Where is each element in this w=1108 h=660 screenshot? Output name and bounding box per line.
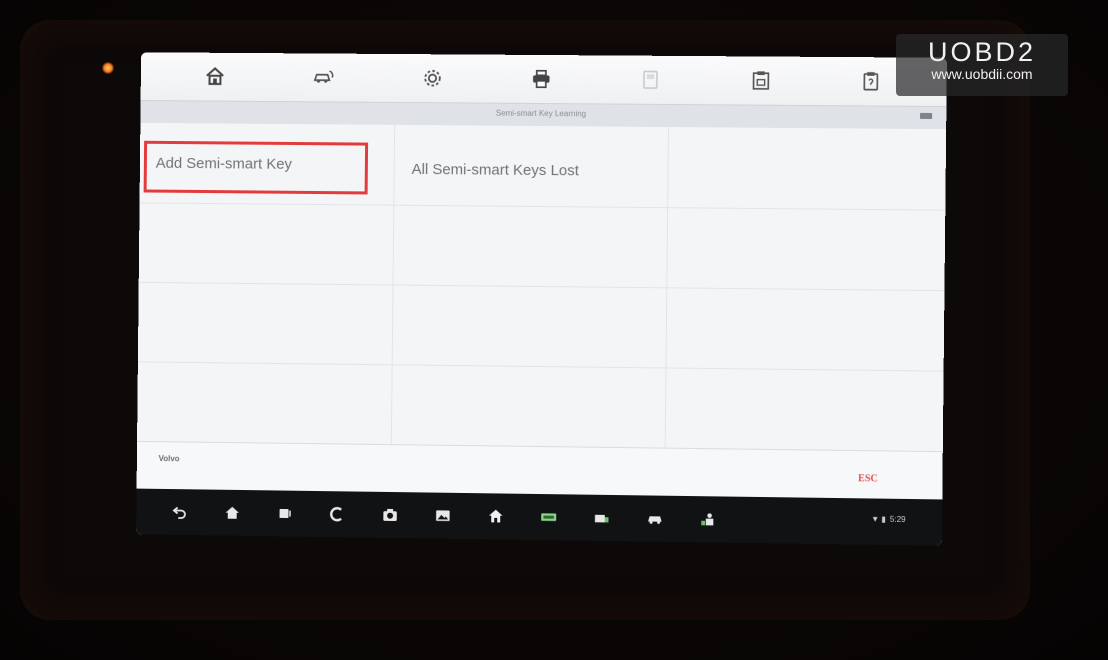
watermark-logo: UOBD2 www.uobdii.com bbox=[896, 34, 1068, 96]
user-icon bbox=[701, 513, 714, 526]
grid-divider bbox=[138, 281, 945, 292]
vci-icon bbox=[541, 513, 557, 521]
data-logging-button[interactable] bbox=[743, 63, 778, 97]
help-button[interactable] bbox=[854, 64, 889, 98]
tablet-screen: Semi-smart Key Learning Add Semi-smart K… bbox=[136, 52, 947, 546]
photo-scene: Semi-smart Key Learning Add Semi-smart K… bbox=[0, 0, 1108, 660]
camera-icon bbox=[383, 508, 397, 522]
function-menu-grid: Add Semi-smart Key All Semi-smart Keys L… bbox=[137, 122, 947, 452]
vehicle-swap-button[interactable] bbox=[306, 60, 340, 94]
print-icon bbox=[533, 69, 550, 89]
save-icon bbox=[640, 69, 662, 91]
gallery-icon bbox=[436, 511, 451, 522]
car-button[interactable] bbox=[633, 501, 677, 536]
browser-icon bbox=[328, 505, 346, 523]
android-home-icon bbox=[225, 506, 240, 519]
home-icon bbox=[204, 66, 226, 88]
grid-divider bbox=[137, 361, 944, 372]
maxisys-home-button[interactable] bbox=[474, 499, 518, 534]
vehicle-name: Volvo bbox=[158, 454, 180, 464]
esc-button[interactable]: ESC bbox=[858, 473, 878, 484]
print-button[interactable] bbox=[524, 62, 558, 96]
car-icon bbox=[648, 516, 662, 524]
vehicle-menu-icon bbox=[594, 514, 608, 522]
battery-status bbox=[919, 112, 933, 120]
browser-button[interactable] bbox=[315, 497, 359, 531]
grid-divider bbox=[139, 202, 946, 211]
gallery-button[interactable] bbox=[421, 498, 465, 533]
home-button[interactable] bbox=[198, 60, 232, 94]
watermark-url: www.uobdii.com bbox=[931, 66, 1033, 82]
vci-button[interactable] bbox=[527, 500, 571, 535]
battery-icon bbox=[919, 112, 933, 120]
back-button[interactable] bbox=[158, 495, 202, 529]
signal-icon: ▼ ▮ bbox=[871, 514, 886, 524]
watermark-brand: UOBD2 bbox=[927, 37, 1037, 67]
maxisys-home-icon bbox=[489, 510, 503, 523]
back-icon bbox=[171, 503, 189, 521]
android-home-button[interactable] bbox=[210, 496, 254, 530]
camera-button[interactable] bbox=[368, 498, 412, 533]
recent-apps-icon bbox=[279, 508, 291, 519]
status-bar: ▼ ▮ 5:29 bbox=[871, 515, 906, 525]
status-time: 5:29 bbox=[889, 514, 906, 525]
page-title: Semi-smart Key Learning bbox=[495, 108, 587, 119]
user-button[interactable] bbox=[686, 502, 731, 537]
menu-item-all-keys-lost[interactable]: All Semi-smart Keys Lost bbox=[412, 161, 579, 179]
vehicle-menu-button[interactable] bbox=[580, 501, 624, 536]
help-icon bbox=[860, 70, 882, 92]
settings-button[interactable] bbox=[415, 61, 449, 95]
vehicle-swap-icon bbox=[312, 66, 334, 88]
recent-apps-button[interactable] bbox=[263, 496, 307, 530]
top-toolbar bbox=[140, 52, 947, 107]
save-button[interactable] bbox=[634, 63, 668, 97]
settings-icon bbox=[424, 70, 441, 87]
data-logging-icon bbox=[750, 69, 772, 91]
menu-item-add-semi-smart-key[interactable]: Add Semi-smart Key bbox=[156, 155, 292, 173]
power-indicator-light bbox=[102, 62, 114, 74]
